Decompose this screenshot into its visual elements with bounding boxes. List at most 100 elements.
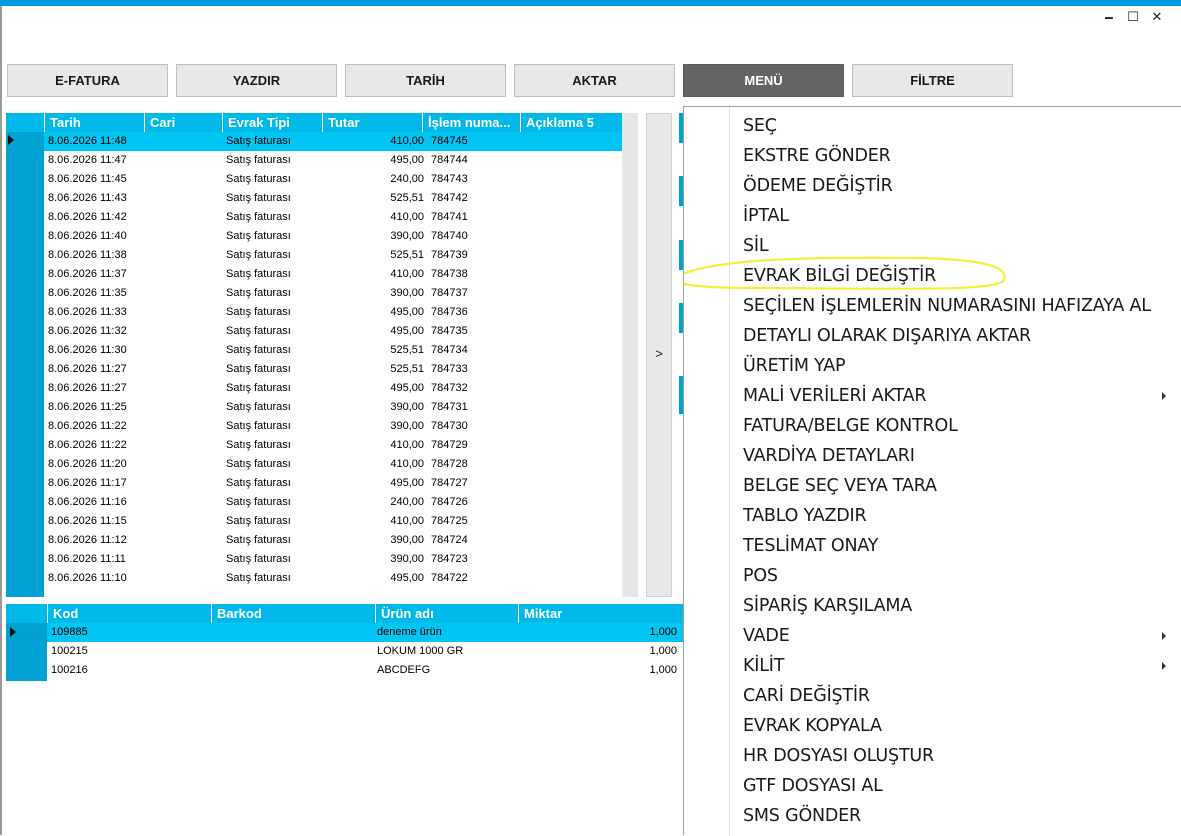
menu-item-ödeme-deği-şti-r[interactable]: ÖDEME DEĞİŞTİR — [684, 170, 1181, 200]
table-row[interactable]: 8.06.2026 11:45 Satış faturası 240,00 78474… — [44, 170, 622, 189]
menu-item-hr-dosyasi-oluştur[interactable]: HR DOSYASI OLUŞTUR — [684, 740, 1181, 770]
table-row[interactable]: 8.06.2026 11:17 Satış faturası 495,00 78472… — [44, 474, 622, 493]
items-grid[interactable]: Kod Barkod Ürün adı Miktar 109885 deneme … — [6, 604, 684, 681]
menu-item-belge-seç-veya-tara[interactable]: BELGE SEÇ VEYA TARA — [684, 470, 1181, 500]
table-row[interactable]: 8.06.2026 11:25 Satış faturası 390,00 78473… — [44, 398, 622, 417]
column-header-tarih[interactable]: Tarih — [44, 113, 144, 132]
table-row[interactable]: 8.06.2026 11:35 Satış faturası 390,00 78473… — [44, 284, 622, 303]
column-header-tutar[interactable]: Tutar — [322, 113, 422, 132]
cell-tutar: 525,51 — [390, 344, 424, 356]
menu-item-i-ptal[interactable]: İPTAL — [684, 200, 1181, 230]
documents-grid-header: Tarih Cari Evrak Tipi Tutar İşlem numa..… — [6, 113, 622, 132]
table-row[interactable]: 8.06.2026 11:32 Satış faturası 495,00 78473… — [44, 322, 622, 341]
minimize-icon[interactable]: 🗕 — [1098, 9, 1120, 27]
table-row[interactable]: 8.06.2026 11:38 Satış faturası 525,51 78473… — [44, 246, 622, 265]
close-icon[interactable]: ✕ — [1146, 9, 1168, 27]
menu-item-gtf-dosyasi-al[interactable]: GTF DOSYASI AL — [684, 770, 1181, 800]
menu-item-tablo-yazdir[interactable]: TABLO YAZDIR — [684, 500, 1181, 530]
menu-item-tesli-mat-onay[interactable]: TESLİMAT ONAY — [684, 530, 1181, 560]
column-header-barkod[interactable]: Barkod — [211, 604, 375, 623]
cell-evrak-tipi: Satış faturası — [226, 515, 291, 527]
table-row[interactable]: 8.06.2026 11:22 Satış faturası 410,00 78472… — [44, 436, 622, 455]
menu-button[interactable]: MENÜ — [683, 64, 844, 97]
table-row[interactable]: 8.06.2026 11:43 Satış faturası 525,51 78474… — [44, 189, 622, 208]
cell-tutar: 390,00 — [390, 534, 424, 546]
table-row[interactable]: 109885 deneme ürün 1,000 — [47, 623, 684, 642]
menu-item-cari-deği-şti-r[interactable]: CARİ DEĞİŞTİR — [684, 680, 1181, 710]
table-row[interactable]: 8.06.2026 11:42 Satış faturası 410,00 78474… — [44, 208, 622, 227]
table-row[interactable]: 8.06.2026 11:16 Satış faturası 240,00 78472… — [44, 493, 622, 512]
column-header-cari[interactable]: Cari — [144, 113, 222, 132]
menu-item-evrak-bi-lgi-deği-şti-r[interactable]: EVRAK BİLGİ DEĞİŞTİR — [684, 260, 1181, 290]
menu-item-vardi-ya-detaylari[interactable]: VARDİYA DETAYLARI — [684, 440, 1181, 470]
menu-item-pos[interactable]: POS — [684, 560, 1181, 590]
cell-tarih: 8.06.2026 11:22 — [48, 439, 127, 451]
cell-tutar: 410,00 — [390, 458, 424, 470]
column-header-urun-adi[interactable]: Ürün adı — [375, 604, 518, 623]
cell-evrak-tipi: Satış faturası — [226, 249, 291, 261]
table-row[interactable]: 8.06.2026 11:10 Satış faturası 495,00 78472… — [44, 569, 622, 588]
cell-islem-no: 784745 — [431, 135, 468, 147]
table-row[interactable]: 8.06.2026 11:48 Satış faturası 410,00 78474… — [44, 132, 622, 151]
table-row[interactable]: 8.06.2026 11:27 Satış faturası 525,51 78473… — [44, 360, 622, 379]
table-row[interactable]: 100215 LOKUM 1000 GR 1,000 — [47, 642, 684, 661]
menu-item-ekstre-gönder[interactable]: EKSTRE GÖNDER — [684, 140, 1181, 170]
tarih-button[interactable]: TARİH — [345, 64, 506, 97]
menu-item-sms-gönder[interactable]: SMS GÖNDER — [684, 800, 1181, 830]
cell-tutar: 525,51 — [390, 249, 424, 261]
column-header-islem-no[interactable]: İşlem numa... — [422, 113, 520, 132]
menu-item-detayli-olarak-dişariya-aktar[interactable]: DETAYLI OLARAK DIŞARIYA AKTAR — [684, 320, 1181, 350]
column-header-aciklama-5[interactable]: Açıklama 5 — [520, 113, 622, 132]
table-row[interactable]: 8.06.2026 11:22 Satış faturası 390,00 78473… — [44, 417, 622, 436]
current-row-icon — [10, 627, 16, 637]
menu-item-seç[interactable]: SEÇ — [684, 110, 1181, 140]
menu-item-ki-li-t[interactable]: KİLİT — [684, 650, 1181, 680]
cell-islem-no: 784730 — [431, 420, 468, 432]
aktar-button[interactable]: AKTAR — [514, 64, 675, 97]
maximize-icon[interactable]: ☐ — [1122, 9, 1144, 27]
cell-evrak-tipi: Satış faturası — [226, 363, 291, 375]
table-row[interactable]: 8.06.2026 11:20 Satış faturası 410,00 78472… — [44, 455, 622, 474]
cell-tarih: 8.06.2026 11:15 — [48, 515, 127, 527]
cell-tutar: 495,00 — [390, 382, 424, 394]
cell-islem-no: 784734 — [431, 344, 468, 356]
column-header-miktar[interactable]: Miktar — [518, 604, 684, 623]
table-row[interactable]: 100216 ABCDEFG 1,000 — [47, 661, 684, 680]
expand-panel-button[interactable]: > — [646, 113, 672, 597]
cell-evrak-tipi: Satış faturası — [226, 154, 291, 166]
e-fatura-button[interactable]: E-FATURA — [7, 64, 168, 97]
cell-islem-no: 784736 — [431, 306, 468, 318]
table-row[interactable]: 8.06.2026 11:37 Satış faturası 410,00 78473… — [44, 265, 622, 284]
documents-grid[interactable]: Tarih Cari Evrak Tipi Tutar İşlem numa..… — [6, 113, 622, 597]
row-indicator-column[interactable] — [6, 132, 44, 597]
menu-item-si-l[interactable]: SİL — [684, 230, 1181, 260]
menu-item-label: HR DOSYASI OLUŞTUR — [743, 746, 935, 766]
table-row[interactable]: 8.06.2026 11:15 Satış faturası 410,00 78472… — [44, 512, 622, 531]
table-row[interactable]: 8.06.2026 11:11 Satış faturası 390,00 78472… — [44, 550, 622, 569]
column-header-evrak-tipi[interactable]: Evrak Tipi — [222, 113, 322, 132]
table-row[interactable]: 8.06.2026 11:27 Satış faturası 495,00 78473… — [44, 379, 622, 398]
table-row[interactable]: 8.06.2026 11:12 Satış faturası 390,00 78472… — [44, 531, 622, 550]
cell-islem-no: 784725 — [431, 515, 468, 527]
cell-tutar: 410,00 — [390, 439, 424, 451]
cell-islem-no: 784739 — [431, 249, 468, 261]
yazdir-button[interactable]: YAZDIR — [176, 64, 337, 97]
menu-item-si-pari-ş-karşilama[interactable]: SİPARİŞ KARŞILAMA — [684, 590, 1181, 620]
column-header-kod[interactable]: Kod — [47, 604, 211, 623]
menu-item-fatura-belge-kontrol[interactable]: FATURA/BELGE KONTROL — [684, 410, 1181, 440]
table-row[interactable]: 8.06.2026 11:47 Satış faturası 495,00 78474… — [44, 151, 622, 170]
menu-item-evrak-kopyala[interactable]: EVRAK KOPYALA — [684, 710, 1181, 740]
menu-item-mali-veri-leri-aktar[interactable]: MALİ VERİLERİ AKTAR — [684, 380, 1181, 410]
table-row[interactable]: 8.06.2026 11:40 Satış faturası 390,00 78474… — [44, 227, 622, 246]
cell-islem-no: 784742 — [431, 192, 468, 204]
documents-grid-scrollbar[interactable] — [622, 113, 638, 597]
table-row[interactable]: 8.06.2026 11:30 Satış faturası 525,51 78473… — [44, 341, 622, 360]
menu-item-üreti-m-yap[interactable]: ÜRETİM YAP — [684, 350, 1181, 380]
menu-item-vade[interactable]: VADE — [684, 620, 1181, 650]
cell-tarih: 8.06.2026 11:16 — [48, 496, 127, 508]
menu-item-label: VADE — [743, 626, 790, 646]
menu-item-label: FATURA/BELGE KONTROL — [743, 416, 958, 436]
filtre-button[interactable]: FİLTRE — [852, 64, 1013, 97]
menu-item-seçi-len-i-şlemleri-n-numarasini-hafizaya-al[interactable]: SEÇİLEN İŞLEMLERİN NUMARASINI HAFIZAYA A… — [684, 290, 1181, 320]
table-row[interactable]: 8.06.2026 11:33 Satış faturası 495,00 78473… — [44, 303, 622, 322]
